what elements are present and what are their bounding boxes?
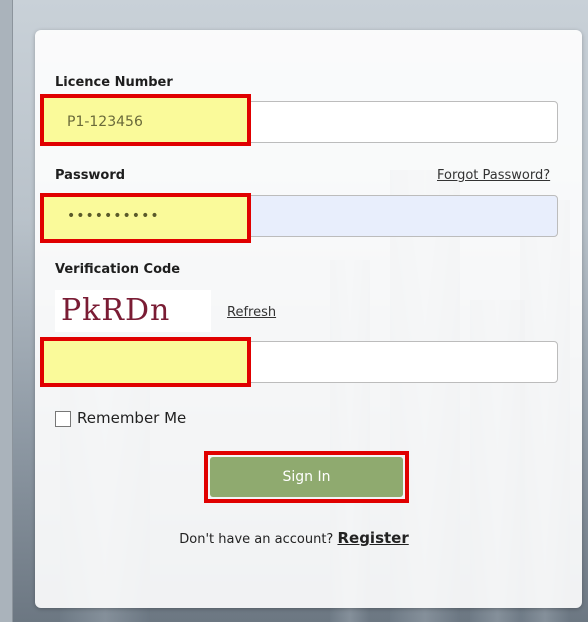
verification-code-label: Verification Code xyxy=(55,262,181,277)
password-label: Password xyxy=(55,168,126,183)
licence-number-label: Licence Number xyxy=(55,75,173,90)
forgot-password-link[interactable]: Forgot Password? xyxy=(437,168,550,183)
register-link[interactable]: Register xyxy=(337,529,408,547)
licence-highlight-box xyxy=(40,94,251,146)
refresh-captcha-link[interactable]: Refresh xyxy=(227,305,276,320)
password-highlight-box xyxy=(40,193,251,243)
remember-me-checkbox[interactable] xyxy=(55,411,71,427)
register-prompt-text: Don't have an account? xyxy=(179,532,334,547)
sign-in-highlight-box xyxy=(204,451,409,503)
register-prompt: Don't have an account? Register xyxy=(0,529,588,547)
remember-me-label: Remember Me xyxy=(77,409,187,427)
verification-highlight-box xyxy=(40,337,251,387)
captcha-image: PkRDn xyxy=(55,290,211,332)
